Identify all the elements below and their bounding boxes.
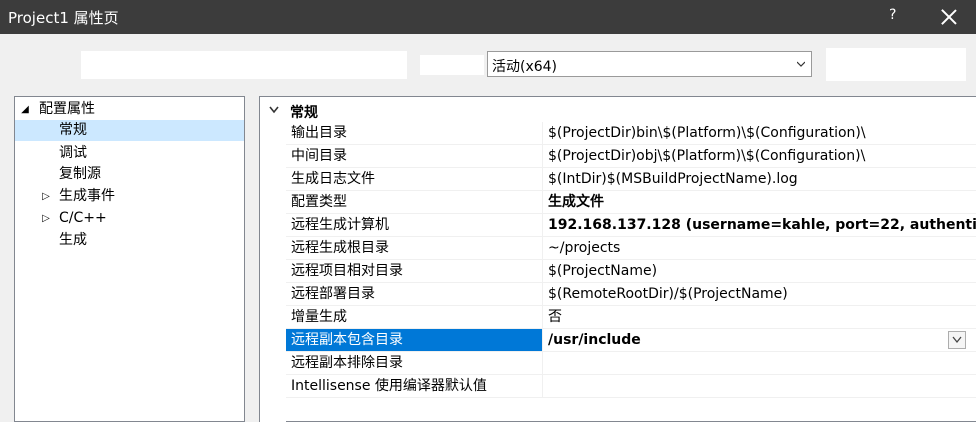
chevron-down-icon (797, 61, 805, 67)
property-name: 输出目录 (286, 122, 543, 144)
window-title: Project1 属性页 (8, 9, 119, 27)
tree-item-build-events[interactable]: ▷ 生成事件 (15, 186, 244, 207)
category-header[interactable]: 常规 (260, 100, 976, 122)
tree-item-build[interactable]: 生成 (15, 230, 244, 251)
chevron-down-icon[interactable] (269, 106, 279, 114)
grid-margin (260, 122, 286, 422)
chevron-down-icon (952, 336, 962, 344)
property-name: 配置类型 (286, 191, 543, 213)
property-name: 中间目录 (286, 145, 543, 167)
tree-item-label: 配置属性 (39, 101, 95, 117)
property-value[interactable] (544, 375, 976, 397)
property-row-build-log[interactable]: 生成日志文件 $(IntDir)$(MSBuildProjectName).lo… (286, 168, 976, 191)
property-row-config-type[interactable]: 配置类型 生成文件 (286, 191, 976, 214)
tree-item-label: 调试 (59, 145, 87, 161)
help-button[interactable]: ? (889, 7, 896, 23)
property-value[interactable]: ~/projects (544, 237, 976, 259)
property-value[interactable]: 否 (544, 306, 976, 328)
close-icon[interactable] (940, 8, 958, 26)
property-name: 增量生成 (286, 306, 543, 328)
property-row-intermediate-dir[interactable]: 中间目录 $(ProjectDir)obj\$(Platform)\$(Conf… (286, 145, 976, 168)
tree-item-config-properties[interactable]: ◢ 配置属性 (15, 99, 244, 120)
property-row-remote-copy-include[interactable]: 远程副本包含目录 /usr/include (286, 329, 976, 352)
property-name: 远程生成根目录 (286, 237, 543, 259)
property-name: 远程副本包含目录 (286, 329, 543, 351)
platform-label (420, 55, 484, 75)
platform-combo[interactable]: 活动(x64) (487, 51, 812, 77)
property-value-input[interactable]: /usr/include (544, 329, 976, 351)
property-value[interactable] (544, 352, 976, 374)
property-value[interactable]: 生成文件 (544, 191, 976, 213)
property-row-remote-build-root[interactable]: 远程生成根目录 ~/projects (286, 237, 976, 260)
expand-icon[interactable]: ▷ (41, 186, 51, 207)
property-name: 远程生成计算机 (286, 214, 543, 236)
property-row-output-dir[interactable]: 输出目录 $(ProjectDir)bin\$(Platform)\$(Conf… (286, 122, 976, 145)
property-row-remote-project-dir[interactable]: 远程项目相对目录 $(ProjectName) (286, 260, 976, 283)
expand-icon[interactable]: ▷ (41, 208, 51, 229)
configuration-combo[interactable] (81, 51, 407, 79)
platform-value: 活动(x64) (492, 59, 558, 75)
property-value[interactable]: $(RemoteRootDir)/$(ProjectName) (544, 283, 976, 305)
property-value[interactable]: 192.168.137.128 (username=kahle, port=22… (544, 214, 976, 236)
tree-item-label: 生成事件 (59, 188, 115, 204)
property-name: 远程项目相对目录 (286, 260, 543, 282)
property-row-intellisense-defaults[interactable]: Intellisense 使用编译器默认值 (286, 375, 976, 398)
property-tree: ◢ 配置属性 常规 调试 复制源 ▷ 生成事件 ▷ C/C++ 生成 (14, 96, 245, 422)
tree-item-label: 生成 (59, 232, 87, 248)
property-row-incremental-build[interactable]: 增量生成 否 (286, 306, 976, 329)
property-dropdown-button[interactable] (948, 331, 966, 349)
collapse-icon[interactable]: ◢ (20, 99, 30, 120)
tree-item-label: 常规 (59, 122, 87, 138)
property-name: 远程部署目录 (286, 283, 543, 305)
tree-item-cpp[interactable]: ▷ C/C++ (15, 208, 244, 229)
property-name: 远程副本排除目录 (286, 352, 543, 374)
property-name: Intellisense 使用编译器默认值 (286, 375, 543, 397)
category-label: 常规 (290, 105, 318, 121)
tree-item-label: C/C++ (59, 210, 107, 226)
configuration-manager-button[interactable] (826, 48, 966, 81)
tree-item-label: 复制源 (59, 166, 101, 182)
tree-item-debugging[interactable]: 调试 (15, 143, 244, 164)
title-bar: Project1 属性页 ? (0, 0, 976, 34)
property-value[interactable]: $(ProjectName) (544, 260, 976, 282)
property-grid: 常规 输出目录 $(ProjectDir)bin\$(Platform)\$(C… (259, 96, 976, 422)
property-value[interactable]: $(ProjectDir)bin\$(Platform)\$(Configura… (544, 122, 976, 144)
property-name: 生成日志文件 (286, 168, 543, 190)
tree-item-general[interactable]: 常规 (15, 120, 244, 141)
property-row-remote-deploy-dir[interactable]: 远程部署目录 $(RemoteRootDir)/$(ProjectName) (286, 283, 976, 306)
property-row-remote-build-machine[interactable]: 远程生成计算机 192.168.137.128 (username=kahle,… (286, 214, 976, 237)
tree-item-copy-sources[interactable]: 复制源 (15, 164, 244, 185)
property-value[interactable]: $(ProjectDir)obj\$(Platform)\$(Configura… (544, 145, 976, 167)
property-value[interactable]: $(IntDir)$(MSBuildProjectName).log (544, 168, 976, 190)
property-row-remote-copy-exclude[interactable]: 远程副本排除目录 (286, 352, 976, 375)
